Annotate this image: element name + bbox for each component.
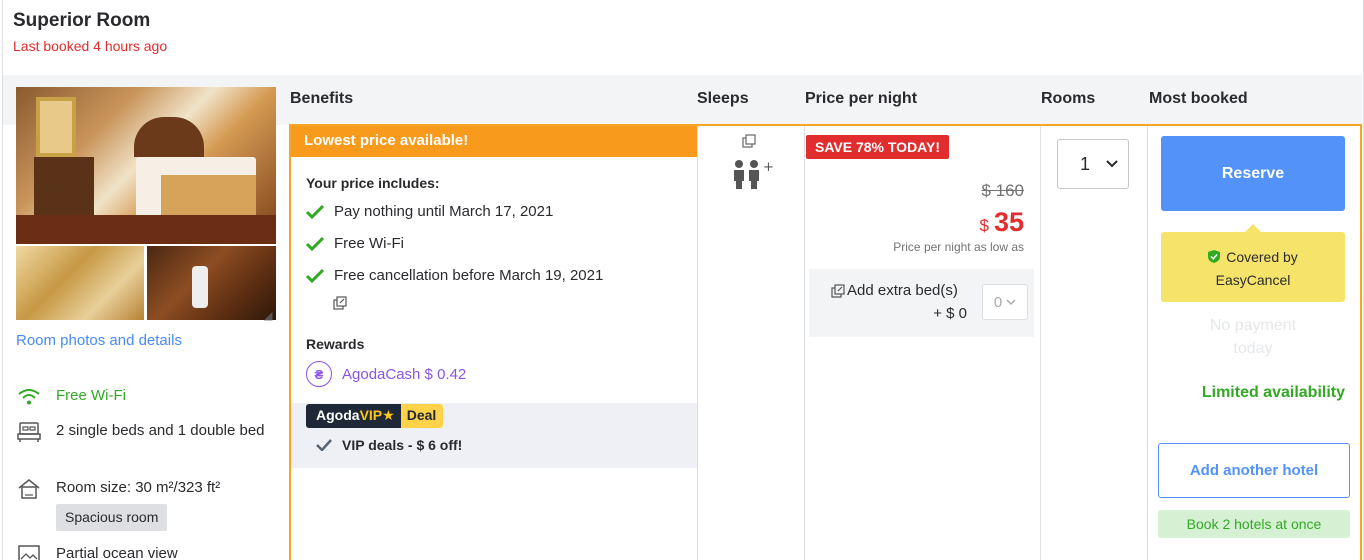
- vip-deal-row: VIP deals - $ 6 off!: [316, 437, 462, 453]
- chevron-down-icon: [1106, 160, 1118, 168]
- current-price-value: 35: [993, 207, 1024, 237]
- spacious-room-chip: Spacious room: [56, 504, 168, 531]
- bed-icon: [16, 420, 42, 444]
- feature-ocean-view: Partial ocean view: [16, 543, 178, 560]
- feature-ocean-view-label: Partial ocean view: [56, 545, 178, 560]
- price-note: Price per night as low as: [893, 240, 1024, 254]
- photo-headboard-shape: [134, 117, 204, 157]
- original-price: $ 160: [981, 181, 1024, 200]
- column-header-benefits: Benefits: [290, 90, 354, 107]
- svg-text:+: +: [763, 160, 774, 175]
- feature-beds: 2 single beds and 1 double bed: [16, 420, 266, 444]
- room-photo-closet[interactable]: [147, 246, 276, 320]
- feature-beds-label: 2 single beds and 1 double bed: [56, 422, 265, 439]
- room-photo-main[interactable]: [16, 87, 276, 244]
- vip-badge-agoda: Agoda: [316, 407, 360, 423]
- vip-badge-deal: Deal: [400, 404, 444, 428]
- resize-handle-icon: ◢: [264, 310, 273, 322]
- no-payment-line2: today: [1233, 340, 1273, 357]
- room-photo-bathroom[interactable]: [16, 246, 144, 320]
- column-divider: [697, 126, 698, 560]
- check-icon: [306, 204, 324, 219]
- column-header-price: Price per night: [805, 90, 918, 107]
- check-icon: [306, 268, 324, 283]
- room-size-icon: [16, 477, 42, 501]
- easy-cancel-line1: Covered by: [1226, 249, 1298, 265]
- include-item: Free cancellation before March 19, 2021: [306, 267, 603, 284]
- rooms-select-value: 1: [1080, 153, 1091, 174]
- column-header-sleeps: Sleeps: [697, 90, 749, 107]
- save-badge: SAVE 78% TODAY!: [806, 135, 950, 159]
- include-item-label: Free cancellation before March 19, 2021: [334, 267, 604, 284]
- feature-wifi-label: Free Wi-Fi: [56, 387, 126, 404]
- easy-cancel-box: Covered by EasyCancel: [1161, 232, 1345, 302]
- reserve-button[interactable]: Reserve: [1161, 136, 1345, 211]
- agoda-cash-reward: ₴ AgodaCash $ 0.42: [306, 361, 466, 387]
- easy-cancel-line2: EasyCancel: [1215, 272, 1291, 288]
- agoda-cash-amount: AgodaCash $ 0.42: [342, 365, 467, 383]
- occupancy-icon: +: [734, 134, 774, 189]
- add-another-hotel-button[interactable]: Add another hotel: [1158, 443, 1350, 498]
- chevron-down-icon: [1006, 298, 1016, 305]
- limited-availability: Limited availability: [1201, 384, 1345, 401]
- book-two-hotels-badge: Book 2 hotels at once: [1158, 510, 1350, 538]
- extra-bed-label: Add extra bed(s): [847, 282, 958, 299]
- include-item-label: Free Wi-Fi: [334, 235, 404, 252]
- photo-bed-shape: [136, 157, 256, 217]
- room-photos-link[interactable]: Room photos and details: [16, 332, 182, 349]
- extra-bed-price: + $ 0: [933, 305, 967, 322]
- check-icon: [306, 236, 324, 251]
- include-item: Free Wi-Fi: [306, 235, 404, 252]
- agoda-cash-coin-icon: ₴: [306, 361, 332, 387]
- sleeps-occupancy[interactable]: +: [729, 134, 779, 194]
- current-price: $ 35: [979, 207, 1024, 238]
- ocean-view-icon: [16, 543, 42, 560]
- star-icon: ★: [382, 407, 395, 423]
- column-divider: [1040, 126, 1041, 560]
- feature-room-size-label: Room size: 30 m²/323 ft²: [56, 479, 221, 496]
- extra-bed-select[interactable]: 0: [982, 284, 1028, 320]
- rooms-select[interactable]: 1: [1057, 139, 1129, 189]
- external-link-icon: [831, 283, 845, 298]
- feature-wifi: Free Wi-Fi: [16, 385, 126, 409]
- no-payment-today: No payment today: [1161, 314, 1345, 360]
- vip-deal-label: VIP deals - $ 6 off!: [342, 437, 463, 453]
- rewards-title: Rewards: [306, 336, 365, 352]
- photo-floor-shape: [16, 215, 276, 244]
- agoda-vip-badge: AgodaVIP★ Deal: [306, 404, 444, 428]
- column-divider: [804, 126, 805, 560]
- easy-cancel-pointer: [1245, 224, 1261, 232]
- external-link-icon[interactable]: [333, 296, 347, 310]
- current-price-currency: $: [979, 216, 989, 235]
- column-header-rooms: Rooms: [1041, 90, 1096, 107]
- last-booked-notice: Last booked 4 hours ago: [13, 38, 168, 54]
- room-title: Superior Room: [13, 10, 151, 31]
- include-item: Pay nothing until March 17, 2021: [306, 203, 553, 220]
- check-icon: [316, 439, 332, 451]
- include-item-label: Pay nothing until March 17, 2021: [334, 203, 554, 220]
- price-includes-title: Your price includes:: [306, 175, 440, 191]
- column-header-most-booked: Most booked: [1149, 90, 1248, 107]
- vip-badge-vip: VIP: [359, 407, 383, 423]
- shield-check-icon: [1208, 250, 1221, 263]
- no-payment-line1: No payment: [1209, 317, 1297, 334]
- lowest-price-banner: Lowest price available!: [291, 126, 697, 157]
- column-divider: [1147, 126, 1148, 560]
- wifi-icon: [16, 385, 42, 409]
- extra-bed-select-value: 0: [993, 293, 1003, 311]
- feature-room-size: Room size: 30 m²/323 ft² Spacious room: [16, 477, 220, 531]
- photo-mirror-shape: [36, 97, 76, 157]
- extra-bed-label-row[interactable]: Add extra bed(s): [831, 282, 958, 299]
